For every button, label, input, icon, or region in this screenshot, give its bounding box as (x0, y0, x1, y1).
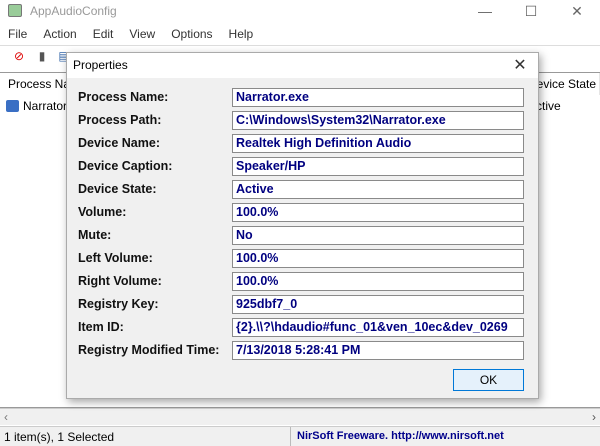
label-device-state: Device State: (78, 182, 157, 196)
process-icon (6, 100, 19, 112)
maximize-button[interactable]: ☐ (508, 0, 554, 22)
app-icon (8, 4, 22, 17)
field-mute[interactable]: No (232, 226, 524, 245)
dialog-title-bar: Properties ✕ (67, 53, 538, 78)
speaker-icon[interactable]: ▮ (34, 49, 50, 65)
status-count: 1 item(s), 1 Selected (4, 430, 115, 444)
label-left-volume: Left Volume: (78, 251, 153, 265)
menu-help[interactable]: Help (221, 24, 262, 44)
label-device-name: Device Name: (78, 136, 160, 150)
menu-view[interactable]: View (121, 24, 163, 44)
field-right-volume[interactable]: 100.0% (232, 272, 524, 291)
label-item-id: Item ID: (78, 320, 124, 334)
label-registry-key: Registry Key: (78, 297, 159, 311)
menu-edit[interactable]: Edit (85, 24, 122, 44)
field-device-caption[interactable]: Speaker/HP (232, 157, 524, 176)
label-mute: Mute: (78, 228, 112, 242)
label-volume: Volume: (78, 205, 127, 219)
window-title: AppAudioConfig (30, 4, 117, 18)
mute-icon[interactable]: ⊘ (11, 49, 27, 65)
field-device-name[interactable]: Realtek High Definition Audio (232, 134, 524, 153)
status-bar: 1 item(s), 1 Selected NirSoft Freeware. … (0, 426, 600, 446)
field-volume[interactable]: 100.0% (232, 203, 524, 222)
dialog-title: Properties (73, 58, 128, 72)
title-bar: AppAudioConfig — ☐ ✕ (0, 0, 600, 23)
field-left-volume[interactable]: 100.0% (232, 249, 524, 268)
minimize-button[interactable]: — (462, 0, 508, 22)
properties-dialog: Properties ✕ Process Name: Narrator.exe Pr… (66, 52, 539, 399)
dialog-close-icon[interactable]: ✕ (512, 55, 528, 75)
status-divider (290, 427, 291, 446)
field-process-name[interactable]: Narrator.exe (232, 88, 524, 107)
menu-options[interactable]: Options (163, 24, 220, 44)
label-device-caption: Device Caption: (78, 159, 173, 173)
label-process-path: Process Path: (78, 113, 162, 127)
scroll-left-icon[interactable]: ‹ (4, 410, 8, 424)
label-process-name: Process Name: (78, 90, 169, 104)
horizontal-scrollbar[interactable]: ‹ › (0, 408, 600, 425)
label-right-volume: Right Volume: (78, 274, 162, 288)
field-registry-modified-time[interactable]: 7/13/2018 5:28:41 PM (232, 341, 524, 360)
field-process-path[interactable]: C:\Windows\System32\Narrator.exe (232, 111, 524, 130)
menu-file[interactable]: File (0, 24, 35, 44)
nirsoft-link[interactable]: NirSoft Freeware. http://www.nirsoft.net (297, 430, 504, 442)
field-item-id[interactable]: {2}.\\?\hdaudio#func_01&ven_10ec&dev_026… (232, 318, 524, 337)
menu-action[interactable]: Action (35, 24, 84, 44)
field-registry-key[interactable]: 925dbf7_0 (232, 295, 524, 314)
ok-button[interactable]: OK (453, 369, 524, 391)
scroll-right-icon[interactable]: › (592, 410, 596, 424)
menu-bar: File Action Edit View Options Help (0, 24, 600, 44)
close-button[interactable]: ✕ (554, 0, 600, 22)
label-registry-modified-time: Registry Modified Time: (78, 343, 220, 357)
field-device-state[interactable]: Active (232, 180, 524, 199)
